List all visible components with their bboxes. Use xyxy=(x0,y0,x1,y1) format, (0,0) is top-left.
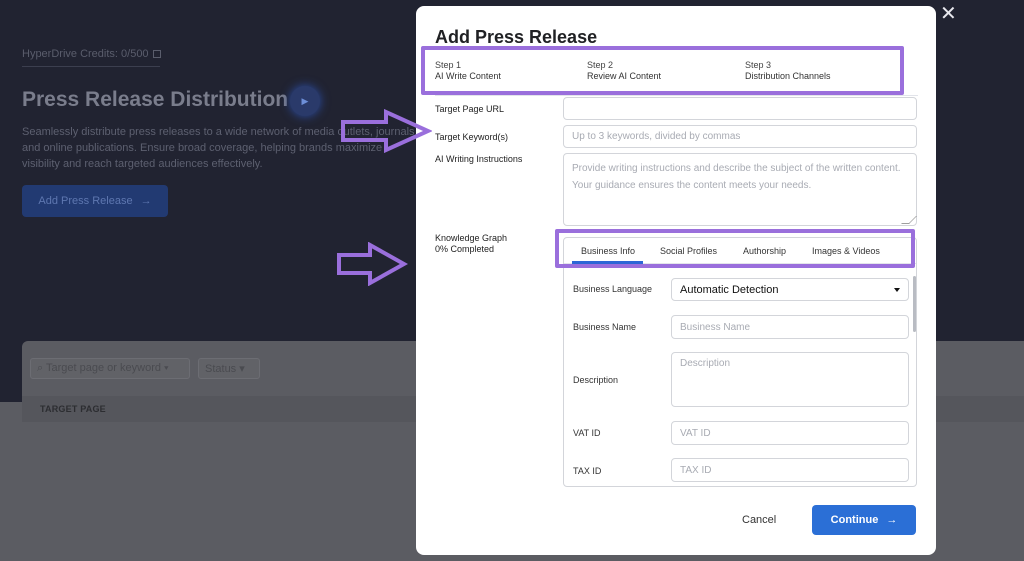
arrow-right-icon: → xyxy=(140,195,152,207)
play-video-icon[interactable]: ▶ xyxy=(290,86,320,116)
vat-id-input[interactable] xyxy=(671,421,909,445)
page-title: Press Release Distribution xyxy=(22,88,289,111)
arrow-right-icon: → xyxy=(886,514,898,526)
add-press-release-button[interactable]: Add Press Release → xyxy=(22,185,168,217)
credits-text: HyperDrive Credits: 0/500 xyxy=(22,48,161,60)
close-icon[interactable]: ✕ xyxy=(940,4,957,24)
modal-title: Add Press Release xyxy=(435,27,598,47)
vat-id-label: VAT ID xyxy=(573,428,601,438)
search-input[interactable]: ⌕ Target page or keyword ▾ xyxy=(30,358,190,379)
description-label: Description xyxy=(573,375,619,385)
annotation-arrow-icon xyxy=(337,242,408,286)
tabs-highlight-box xyxy=(555,229,915,268)
cancel-button[interactable]: Cancel xyxy=(742,514,776,526)
steps-highlight-box xyxy=(421,46,904,95)
target-url-label: Target Page URL xyxy=(435,104,505,114)
target-keywords-input[interactable] xyxy=(563,125,917,148)
info-icon xyxy=(152,50,161,58)
knowledge-graph-progress: 0% Completed xyxy=(435,244,495,254)
annotation-arrow-icon xyxy=(341,109,432,153)
target-keywords-label: Target Keyword(s) xyxy=(435,132,509,142)
scrollbar[interactable] xyxy=(913,276,916,332)
business-language-select[interactable]: Automatic Detection xyxy=(671,278,909,301)
instructions-textarea[interactable] xyxy=(563,153,917,226)
business-name-input[interactable] xyxy=(671,315,909,339)
chevron-down-icon xyxy=(894,288,900,292)
knowledge-graph-label: Knowledge Graph 0% Completed xyxy=(435,233,508,254)
knowledge-graph-panel: Business Info Social Profiles Authorship… xyxy=(563,237,917,487)
business-language-label: Business Language xyxy=(573,284,653,294)
divider xyxy=(22,66,160,67)
continue-button[interactable]: Continue → xyxy=(812,505,916,535)
add-press-release-label: Add Press Release xyxy=(38,195,133,207)
search-icon: ⌕ xyxy=(37,362,47,374)
instructions-label: AI Writing Instructions xyxy=(435,154,523,164)
description-textarea[interactable] xyxy=(671,352,909,407)
target-url-input[interactable] xyxy=(563,97,917,120)
business-name-label: Business Name xyxy=(573,322,637,332)
tax-id-label: TAX ID xyxy=(573,466,602,476)
status-filter[interactable]: Status ▾ xyxy=(198,358,260,379)
table-header-target-page: TARGET PAGE xyxy=(40,404,106,414)
tax-id-input[interactable] xyxy=(671,458,909,482)
